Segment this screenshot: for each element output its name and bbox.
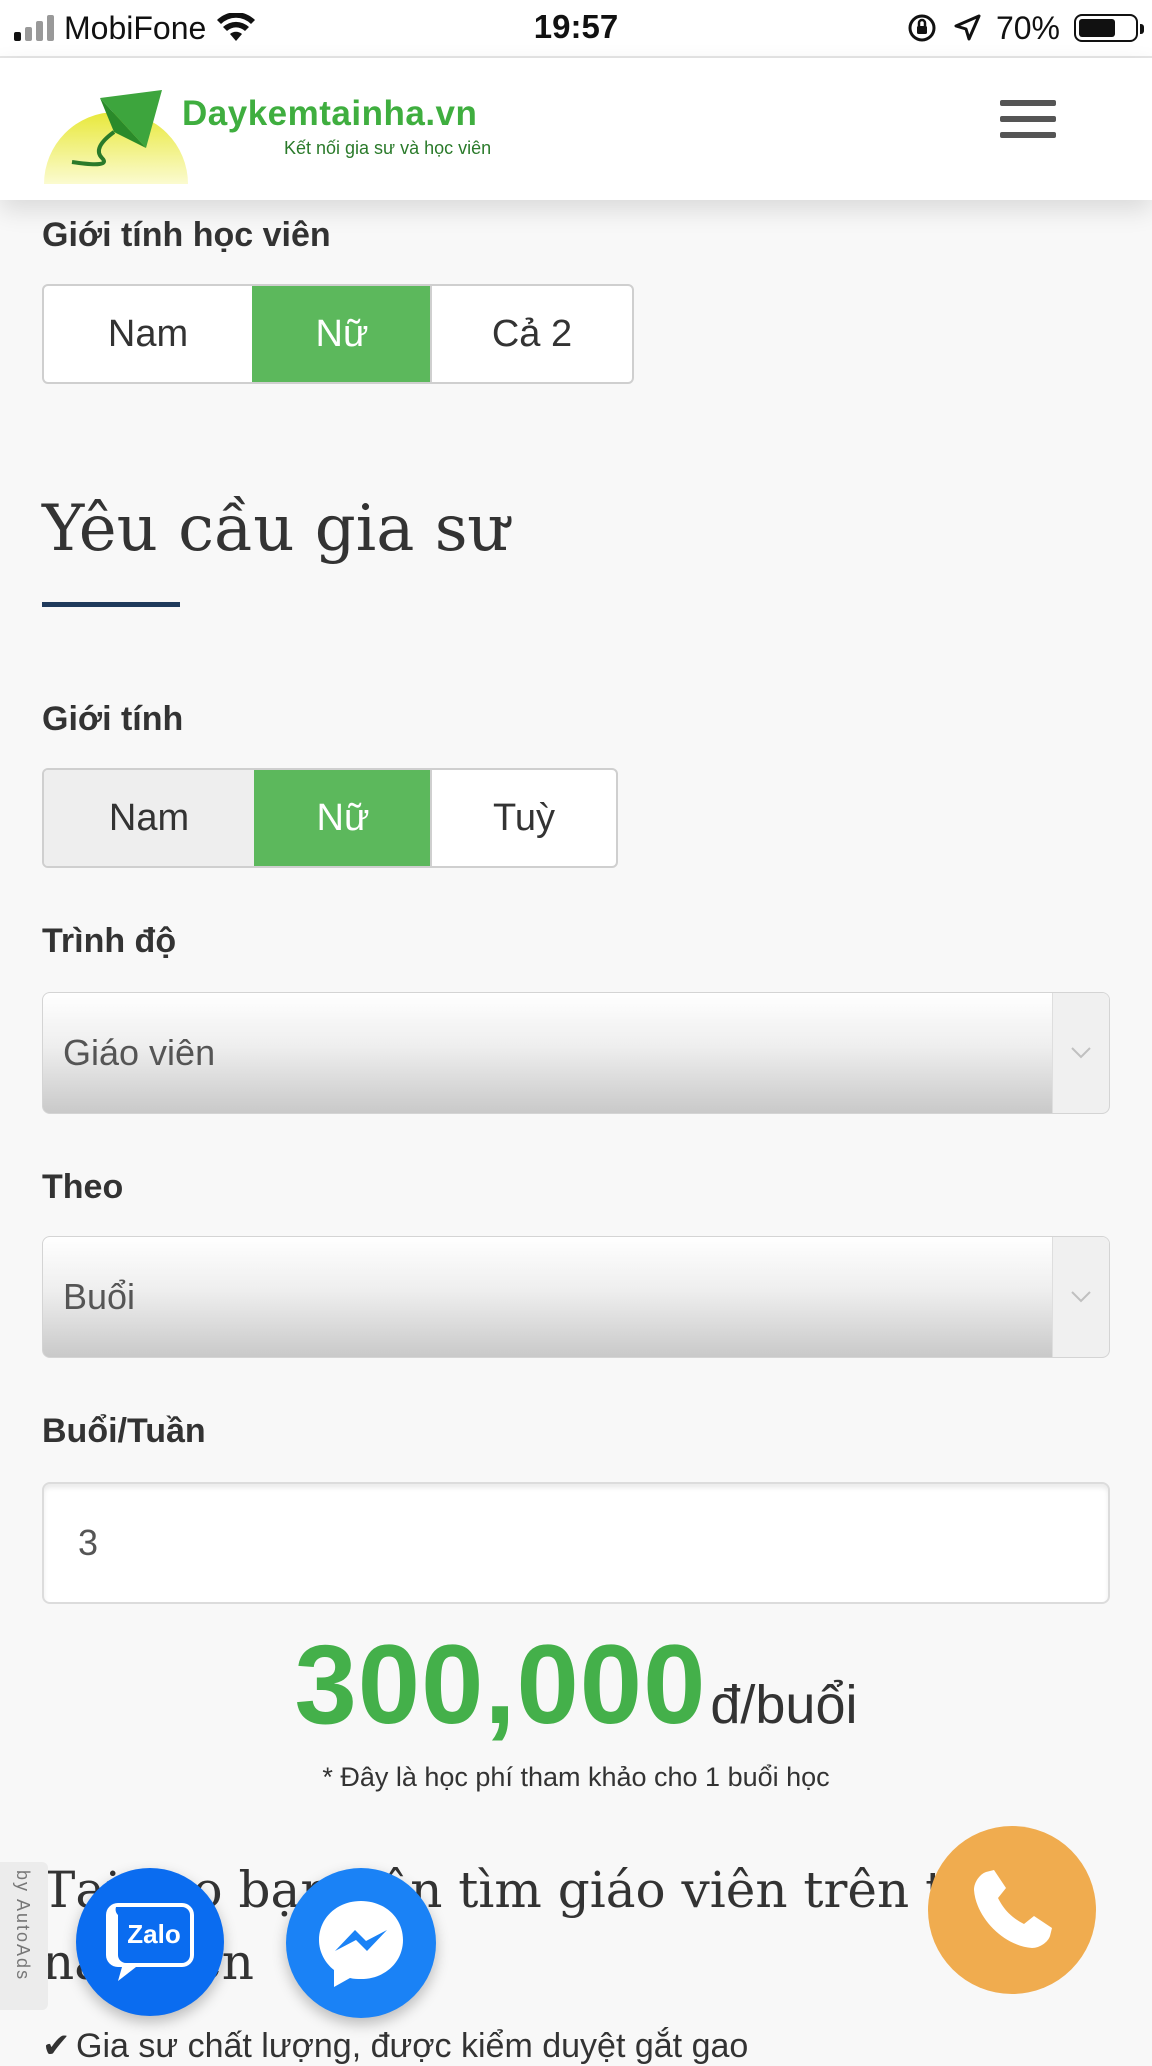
bullet-text: Gia sư chất lượng, được kiểm duyệt gắt g… (76, 2027, 749, 2065)
battery-percent: 70% (995, 9, 1060, 46)
tutor-gender-toggle: Nam Nữ Tuỳ (42, 768, 618, 868)
orientation-lock-icon (908, 14, 936, 42)
phone-icon (974, 1870, 1052, 1948)
messenger-button[interactable] (286, 1868, 436, 2018)
tutor-gender-option-any[interactable]: Tuỳ (430, 770, 616, 866)
zalo-icon: Zalo (106, 1903, 194, 1981)
list-item: ✔ Gia sư chất lượng, được kiểm duyệt gắt … (42, 2026, 748, 2066)
kite-logo-icon (44, 90, 188, 184)
price-amount: 300,000 (294, 1622, 707, 1747)
cellular-signal-icon (14, 15, 54, 41)
phone-call-button[interactable] (928, 1826, 1096, 1994)
site-logo[interactable]: Daykemtainha.vn Kết nối gia sư và học vi… (42, 88, 491, 184)
by-select-value: Buổi (63, 1276, 136, 1317)
sessions-per-week-input[interactable]: 3 (42, 1482, 1110, 1604)
price-display: 300,000đ/buổi (42, 1620, 1110, 1749)
zalo-label: Zalo (127, 1919, 180, 1949)
level-label: Trình độ (42, 922, 177, 960)
location-arrow-icon (954, 14, 981, 41)
tutor-gender-option-male[interactable]: Nam (44, 770, 254, 866)
chevron-down-icon (1052, 993, 1109, 1113)
status-left: MobiFone (14, 8, 256, 48)
checkmark-icon: ✔ (42, 2027, 71, 2065)
price-note: * Đây là học phí tham khảo cho 1 buổi họ… (322, 1762, 830, 1792)
battery-icon (1074, 14, 1144, 42)
student-gender-toggle: Nam Nữ Cả 2 (42, 284, 634, 384)
level-select[interactable]: Giáo viên (42, 992, 1110, 1114)
site-header: Daykemtainha.vn Kết nối gia sư và học vi… (0, 58, 1152, 200)
level-select-value: Giáo viên (63, 1032, 216, 1073)
wifi-icon (217, 13, 256, 41)
status-right: 70% (906, 8, 1144, 48)
sessions-input-value: 3 (78, 1522, 99, 1563)
messenger-icon (319, 1901, 403, 1987)
by-label: Theo (42, 1168, 124, 1206)
hamburger-menu-icon[interactable] (1000, 100, 1056, 146)
autoads-badge[interactable]: by AutoAds (0, 1862, 48, 2010)
autoads-text: by AutoAds (13, 1870, 33, 1982)
status-bar: MobiFone 19:57 70% (0, 0, 1152, 58)
zalo-button[interactable]: Zalo (76, 1868, 224, 2016)
site-name: Daykemtainha.vn (182, 94, 478, 133)
price-unit: đ/buổi (710, 1675, 858, 1735)
tutor-gender-label: Giới tính (42, 700, 184, 738)
student-gender-label: Giới tính học viên (42, 216, 331, 254)
battery-fill (1079, 19, 1116, 37)
carrier-name: MobiFone (64, 9, 207, 46)
tutor-gender-option-female[interactable]: Nữ (254, 770, 430, 866)
chevron-down-icon (1052, 1237, 1109, 1357)
section-title: Yêu cầu gia sư (42, 492, 509, 566)
sessions-label: Buổi/Tuần (42, 1412, 206, 1450)
student-gender-option-female[interactable]: Nữ (252, 286, 430, 382)
student-gender-option-both[interactable]: Cả 2 (430, 286, 632, 382)
site-tagline: Kết nối gia sư và học viên (284, 138, 492, 158)
student-gender-option-male[interactable]: Nam (44, 286, 252, 382)
by-select[interactable]: Buổi (42, 1236, 1110, 1358)
section-divider (42, 602, 180, 607)
